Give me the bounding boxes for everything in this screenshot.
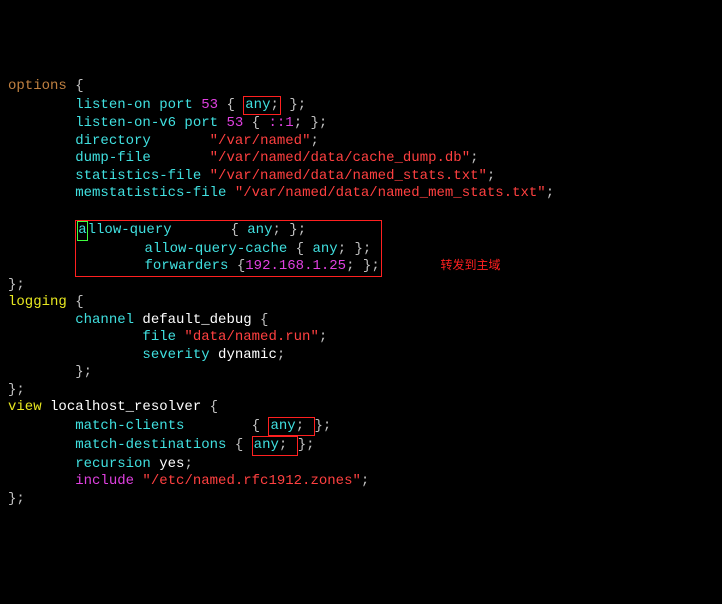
- kw-recursion: recursion: [75, 456, 151, 472]
- code-block: options { listen-on port 53 { any; }; li…: [8, 78, 714, 508]
- kw-statistics-file: statistics-file: [75, 168, 201, 184]
- kw-match-clients: match-clients: [75, 418, 226, 434]
- port-53-v6: 53: [218, 115, 243, 131]
- forwarder-ip: 192.168.1.25: [245, 258, 346, 274]
- include-value: "/etc/named.rfc1912.zones": [134, 473, 361, 489]
- default-debug: default_debug: [134, 312, 252, 328]
- any-5: any: [254, 437, 279, 453]
- kw-severity: severity: [142, 347, 209, 363]
- kw-logging: logging: [8, 294, 67, 310]
- kw-listen-on-v6: listen-on-v6 port: [75, 115, 218, 131]
- kw-include: include: [75, 473, 134, 489]
- kw-memstatistics-file: memstatistics-file: [75, 185, 226, 201]
- stats-file-value: "/var/named/data/named_stats.txt": [201, 168, 487, 184]
- directory-value: "/var/named": [210, 133, 311, 149]
- kw-allow-query: llow-query: [88, 222, 222, 238]
- kw-listen-on: listen-on port: [75, 97, 193, 113]
- kw-forwarders: forwarders: [144, 258, 228, 274]
- kw-view: view: [8, 399, 42, 415]
- highlight-box-any-5: any;: [252, 436, 298, 456]
- kw-options: options: [8, 78, 67, 94]
- recursion-value: yes: [151, 456, 185, 472]
- highlight-box-allow: allow-query { any; }; allow-query-cache …: [75, 220, 382, 277]
- any-3: any: [312, 241, 337, 257]
- highlight-box-any-1: any;: [243, 96, 281, 116]
- kw-dump-file: dump-file: [75, 150, 151, 166]
- localhost-resolver: localhost_resolver: [42, 399, 202, 415]
- kw-channel: channel: [75, 312, 134, 328]
- v6-addr: ::1: [260, 115, 294, 131]
- kw-directory: directory: [75, 133, 151, 149]
- any-4: any: [270, 418, 295, 434]
- highlight-box-any-4: any;: [268, 417, 314, 437]
- any-1: any: [245, 97, 270, 113]
- kw-file: file: [142, 329, 176, 345]
- any-2: any: [247, 222, 272, 238]
- cursor-box: a: [77, 221, 87, 241]
- dump-file-value: "/var/named/data/cache_dump.db": [210, 150, 470, 166]
- kw-match-destinations: match-destinations: [75, 437, 226, 453]
- kw-allow-query-cache: allow-query-cache: [144, 241, 287, 257]
- memstats-file-value: "/var/named/data/named_mem_stats.txt": [226, 185, 545, 201]
- annotation-text: 转发到主域: [441, 259, 501, 273]
- severity-value: dynamic: [210, 347, 277, 363]
- file-value: "data/named.run": [176, 329, 319, 345]
- port-53: 53: [193, 97, 218, 113]
